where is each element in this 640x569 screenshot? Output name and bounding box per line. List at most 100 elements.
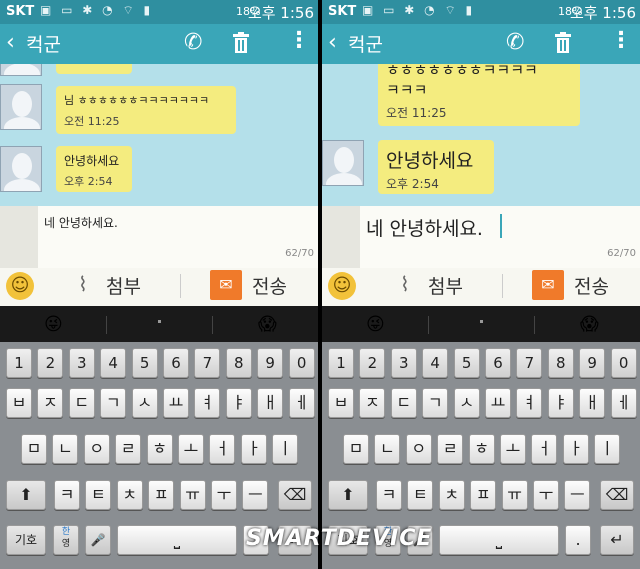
- key-letter[interactable]: ㅛ: [485, 388, 511, 418]
- key-letter[interactable]: ㅕ: [516, 388, 543, 418]
- key-number[interactable]: 0: [610, 348, 637, 378]
- key-letter[interactable]: ㅑ: [547, 388, 574, 418]
- send-button[interactable]: 전송: [574, 272, 609, 299]
- key-letter[interactable]: ㅅ: [453, 388, 480, 418]
- key-letter[interactable]: ㅣ: [272, 434, 299, 464]
- key-letter[interactable]: ㅜ: [533, 480, 559, 510]
- message-input[interactable]: 네 안녕하세요.: [366, 214, 483, 241]
- key-letter[interactable]: ㅡ: [242, 480, 269, 510]
- key-letter[interactable]: ㄷ: [68, 388, 95, 418]
- key-letter[interactable]: ㅏ: [240, 434, 267, 464]
- period-key[interactable]: .: [565, 525, 591, 555]
- suggestion-emoji-wink[interactable]: 😜: [44, 314, 63, 335]
- key-letter[interactable]: ㅅ: [131, 388, 158, 418]
- key-letter[interactable]: ㅐ: [257, 388, 284, 418]
- key-letter[interactable]: ㅁ: [21, 434, 47, 464]
- key-number[interactable]: 9: [257, 348, 284, 378]
- key-letter[interactable]: ㅕ: [194, 388, 221, 418]
- key-number[interactable]: 4: [100, 348, 127, 378]
- key-letter[interactable]: ㅍ: [148, 480, 175, 510]
- phone-call-icon[interactable]: ✆: [184, 30, 202, 55]
- suggestion-emoji-wink[interactable]: 😜: [366, 314, 385, 335]
- key-letter[interactable]: ㅋ: [54, 480, 80, 510]
- key-letter[interactable]: ㅜ: [211, 480, 237, 510]
- key-number[interactable]: 7: [194, 348, 221, 378]
- emoticon-icon[interactable]: ☺: [328, 272, 356, 300]
- key-letter[interactable]: ㅂ: [328, 388, 354, 418]
- back-icon[interactable]: ‹: [6, 30, 15, 55]
- key-letter[interactable]: ㅎ: [468, 434, 495, 464]
- overflow-menu-icon[interactable]: ⋮: [288, 28, 310, 53]
- space-key[interactable]: ⎵: [117, 525, 237, 555]
- key-letter[interactable]: ㄹ: [437, 434, 464, 464]
- key-number[interactable]: 0: [288, 348, 315, 378]
- chat-area[interactable]: 님 ㅎㅎㅎㅎㅎㅎㅋㅋㅋㅋㅋㅋㅋ 오전 11:25 안녕하세요 오후 2:54: [0, 64, 318, 206]
- key-number[interactable]: 2: [359, 348, 386, 378]
- trash-icon[interactable]: [232, 32, 250, 54]
- attach-button[interactable]: 첨부: [106, 272, 141, 299]
- paperclip-icon[interactable]: ⌇: [400, 272, 410, 296]
- key-number[interactable]: 8: [547, 348, 574, 378]
- key-number[interactable]: 3: [68, 348, 95, 378]
- back-icon[interactable]: ‹: [328, 30, 337, 55]
- key-letter[interactable]: ㅌ: [85, 480, 112, 510]
- key-letter[interactable]: ㅈ: [37, 388, 64, 418]
- key-number[interactable]: 5: [131, 348, 158, 378]
- attach-button[interactable]: 첨부: [428, 272, 463, 299]
- key-number[interactable]: 1: [6, 348, 32, 378]
- key-letter[interactable]: ㅎ: [146, 434, 173, 464]
- backspace-key[interactable]: ⌫: [278, 480, 312, 510]
- key-number[interactable]: 8: [225, 348, 252, 378]
- key-number[interactable]: 5: [453, 348, 480, 378]
- send-envelope-icon[interactable]: ✉: [532, 270, 564, 300]
- key-letter[interactable]: ㅠ: [179, 480, 206, 510]
- space-key[interactable]: ⎵: [439, 525, 559, 555]
- key-letter[interactable]: ㅁ: [343, 434, 369, 464]
- message-bubble[interactable]: 안녕하세요 오후 2:54: [378, 140, 494, 194]
- key-number[interactable]: 1: [328, 348, 354, 378]
- backspace-key[interactable]: ⌫: [600, 480, 634, 510]
- message-bubble[interactable]: 님 ㅎㅎㅎㅎㅎㅎㅋㅋㅋㅋㅋㅋㅋ 오전 11:25: [56, 86, 236, 134]
- message-input[interactable]: 네 안녕하세요.: [44, 214, 118, 231]
- key-number[interactable]: 2: [37, 348, 64, 378]
- key-number[interactable]: 6: [485, 348, 511, 378]
- key-letter[interactable]: ㄹ: [115, 434, 142, 464]
- key-letter[interactable]: ㅇ: [83, 434, 110, 464]
- key-number[interactable]: 3: [390, 348, 417, 378]
- send-envelope-icon[interactable]: ✉: [210, 270, 242, 300]
- suggestion-period[interactable]: [480, 320, 483, 323]
- shift-key[interactable]: ⬆: [328, 480, 368, 510]
- symbols-key[interactable]: 기호: [6, 525, 46, 555]
- phone-call-icon[interactable]: ✆: [506, 30, 524, 55]
- key-letter[interactable]: ㅣ: [594, 434, 621, 464]
- chat-area[interactable]: ㅎㅎㅎㅎㅎㅎㅎㅋㅋㅋㅋ ㅋㅋㅋ 오전 11:25 안녕하세요 오후 2:54: [322, 64, 640, 206]
- key-number[interactable]: 7: [516, 348, 543, 378]
- key-letter[interactable]: ㅇ: [405, 434, 432, 464]
- key-letter[interactable]: ㅡ: [564, 480, 591, 510]
- key-letter[interactable]: ㅠ: [501, 480, 528, 510]
- shift-key[interactable]: ⬆: [6, 480, 46, 510]
- language-key[interactable]: 한영: [53, 525, 79, 555]
- enter-key[interactable]: ↵: [600, 525, 634, 555]
- send-button[interactable]: 전송: [252, 272, 287, 299]
- key-letter[interactable]: ㅋ: [376, 480, 402, 510]
- key-letter[interactable]: ㅍ: [470, 480, 497, 510]
- key-letter[interactable]: ㅏ: [562, 434, 589, 464]
- key-letter[interactable]: ㅊ: [438, 480, 465, 510]
- key-letter[interactable]: ㅈ: [359, 388, 386, 418]
- key-letter[interactable]: ㄴ: [52, 434, 79, 464]
- key-letter[interactable]: ㅑ: [225, 388, 252, 418]
- trash-icon[interactable]: [554, 32, 572, 54]
- key-letter[interactable]: ㄱ: [422, 388, 449, 418]
- key-letter[interactable]: ㅂ: [6, 388, 32, 418]
- key-number[interactable]: 4: [422, 348, 449, 378]
- overflow-menu-icon[interactable]: ⋮: [610, 28, 632, 53]
- key-number[interactable]: 6: [163, 348, 189, 378]
- paperclip-icon[interactable]: ⌇: [78, 272, 88, 296]
- emoticon-icon[interactable]: ☺: [6, 272, 34, 300]
- message-bubble[interactable]: ㅎㅎㅎㅎㅎㅎㅎㅋㅋㅋㅋ ㅋㅋㅋ 오전 11:25: [378, 64, 580, 126]
- key-letter[interactable]: ㅔ: [288, 388, 315, 418]
- key-letter[interactable]: ㄱ: [100, 388, 127, 418]
- suggestion-emoji-scream[interactable]: 😱: [258, 314, 277, 335]
- key-letter[interactable]: ㅗ: [178, 434, 204, 464]
